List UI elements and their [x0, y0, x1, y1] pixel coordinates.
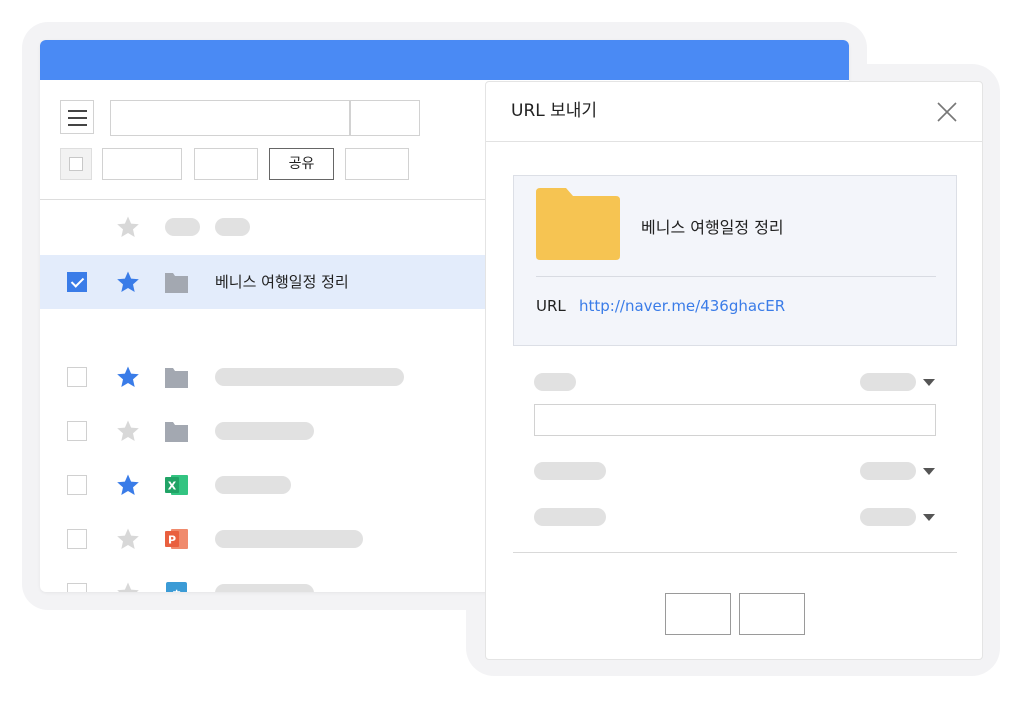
select-all-checkbox[interactable]: [60, 148, 92, 180]
shared-item-info: 베니스 여행일정 정리 URL http://naver.me/436ghacE…: [513, 175, 957, 346]
folder-icon: [536, 188, 620, 260]
chevron-down-icon[interactable]: [923, 514, 935, 521]
toolbar-button-1[interactable]: [102, 148, 182, 180]
select-placeholder[interactable]: [860, 373, 916, 391]
file-name-placeholder: [215, 368, 404, 386]
star-icon[interactable]: [116, 215, 140, 239]
search-button[interactable]: [350, 100, 420, 136]
menu-icon: [68, 110, 87, 112]
row-checkbox[interactable]: [67, 272, 87, 292]
placeholder-label: [165, 218, 200, 236]
field-label-placeholder: [534, 373, 576, 391]
shared-item-name: 베니스 여행일정 정리: [641, 218, 784, 237]
select-placeholder[interactable]: [860, 508, 916, 526]
close-icon[interactable]: [935, 100, 959, 124]
star-icon[interactable]: [116, 581, 140, 592]
svg-text:ㅎ: ㅎ: [171, 588, 181, 593]
file-name-placeholder: [215, 476, 291, 494]
folder-icon: [165, 368, 188, 388]
svg-text:X: X: [168, 480, 177, 493]
dialog-footer-divider: [513, 552, 957, 553]
dialog-title: URL 보내기: [511, 101, 598, 121]
select-placeholder[interactable]: [860, 462, 916, 480]
field-label-placeholder: [534, 462, 606, 480]
star-icon[interactable]: [116, 419, 140, 443]
excel-icon: X: [165, 475, 188, 495]
cancel-button[interactable]: [739, 593, 805, 635]
menu-button[interactable]: [60, 100, 94, 134]
chevron-down-icon[interactable]: [923, 379, 935, 386]
folder-icon: [165, 422, 188, 442]
star-icon[interactable]: [116, 473, 140, 497]
url-label: URL: [536, 297, 566, 315]
row-checkbox[interactable]: [67, 583, 87, 592]
row-checkbox[interactable]: [67, 421, 87, 441]
url-send-dialog: URL 보내기 베니스 여행일정 정리 URL http://naver.me/…: [485, 81, 983, 660]
window-header-bar: [40, 40, 849, 80]
star-icon[interactable]: [116, 527, 140, 551]
powerpoint-icon: P: [165, 529, 188, 549]
file-name-placeholder: [215, 530, 363, 548]
svg-text:P: P: [168, 534, 176, 547]
share-button[interactable]: 공유: [269, 148, 334, 180]
file-name-placeholder: [215, 584, 314, 592]
chevron-down-icon[interactable]: [923, 468, 935, 475]
hwp-icon: ㅎ: [166, 582, 187, 593]
row-checkbox[interactable]: [67, 367, 87, 387]
star-icon[interactable]: [116, 365, 140, 389]
file-name-placeholder: [215, 422, 314, 440]
info-divider: [536, 276, 936, 277]
confirm-button[interactable]: [665, 593, 731, 635]
star-icon[interactable]: [116, 270, 140, 294]
message-input[interactable]: [534, 404, 936, 436]
row-checkbox[interactable]: [67, 529, 87, 549]
search-input[interactable]: [110, 100, 350, 136]
toolbar-button-2[interactable]: [194, 148, 258, 180]
dialog-header-divider: [486, 141, 982, 142]
file-name: 베니스 여행일정 정리: [215, 273, 349, 291]
placeholder-label: [215, 218, 250, 236]
folder-icon: [165, 273, 188, 293]
toolbar-button-3[interactable]: [345, 148, 409, 180]
row-checkbox[interactable]: [67, 475, 87, 495]
short-url-link[interactable]: http://naver.me/436ghacER: [579, 297, 785, 315]
field-label-placeholder: [534, 508, 606, 526]
